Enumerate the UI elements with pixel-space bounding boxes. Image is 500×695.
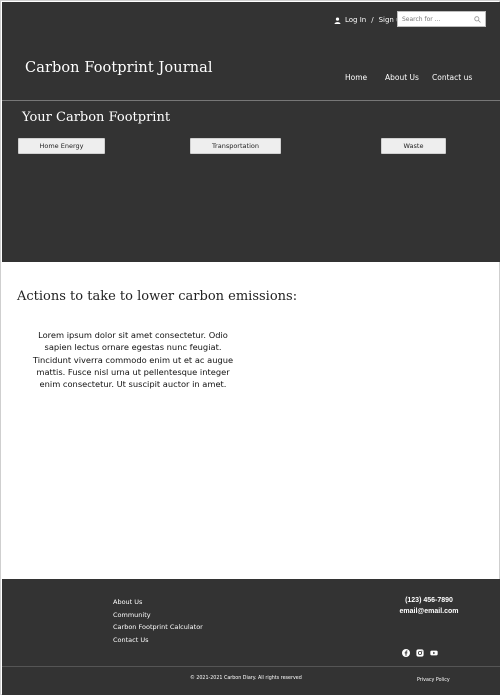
facebook-icon[interactable] bbox=[402, 649, 410, 657]
actions-body-text: Lorem ipsum dolor sit amet consectetur. … bbox=[32, 330, 234, 390]
site-footer: About Us Community Carbon Footprint Calc… bbox=[2, 579, 500, 695]
auth-separator: / bbox=[371, 16, 374, 24]
nav-home[interactable]: Home bbox=[345, 73, 367, 82]
home-energy-button[interactable]: Home Energy bbox=[18, 138, 105, 154]
copyright-text: © 2021-2021 Carbon Diary. All rights res… bbox=[190, 676, 302, 681]
phone-number: (123) 456-7890 bbox=[405, 597, 453, 604]
footer-links: About Us Community Carbon Footprint Calc… bbox=[113, 598, 203, 648]
search-box bbox=[397, 11, 486, 27]
login-link[interactable]: Log In bbox=[345, 16, 366, 24]
footer-link-about-us[interactable]: About Us bbox=[113, 598, 203, 611]
email-address[interactable]: email@email.com bbox=[390, 607, 468, 618]
search-input[interactable] bbox=[398, 12, 470, 26]
main-nav: Home About Us Contact us bbox=[2, 73, 500, 85]
search-icon[interactable] bbox=[474, 15, 481, 23]
waste-button[interactable]: Waste bbox=[381, 138, 446, 154]
site-header: Log In / Sign up Carbon Footprint Journa… bbox=[2, 2, 500, 100]
page: Log In / Sign up Carbon Footprint Journa… bbox=[0, 0, 500, 695]
instagram-icon[interactable] bbox=[416, 649, 424, 657]
user-icon bbox=[334, 16, 341, 24]
auth-links: Log In / Sign up bbox=[334, 13, 405, 27]
footer-link-contact-us[interactable]: Contact Us bbox=[113, 636, 203, 649]
actions-heading: Actions to take to lower carbon emission… bbox=[17, 289, 298, 304]
privacy-policy-link[interactable]: Privacy Policy bbox=[417, 678, 450, 683]
footer-divider bbox=[2, 666, 500, 667]
footer-link-community[interactable]: Community bbox=[113, 611, 203, 624]
contact-info: (123) 456-7890 email@email.com bbox=[390, 596, 468, 618]
carbon-footprint-section: Your Carbon Footprint Home Energy Transp… bbox=[2, 101, 500, 262]
nav-about-us[interactable]: About Us bbox=[385, 73, 419, 82]
transportation-button[interactable]: Transportation bbox=[190, 138, 281, 154]
footer-link-calculator[interactable]: Carbon Footprint Calculator bbox=[113, 623, 203, 636]
nav-contact-us[interactable]: Contact us bbox=[432, 73, 472, 82]
social-links bbox=[402, 649, 438, 657]
youtube-icon[interactable] bbox=[430, 649, 438, 657]
section-title: Your Carbon Footprint bbox=[22, 110, 171, 125]
